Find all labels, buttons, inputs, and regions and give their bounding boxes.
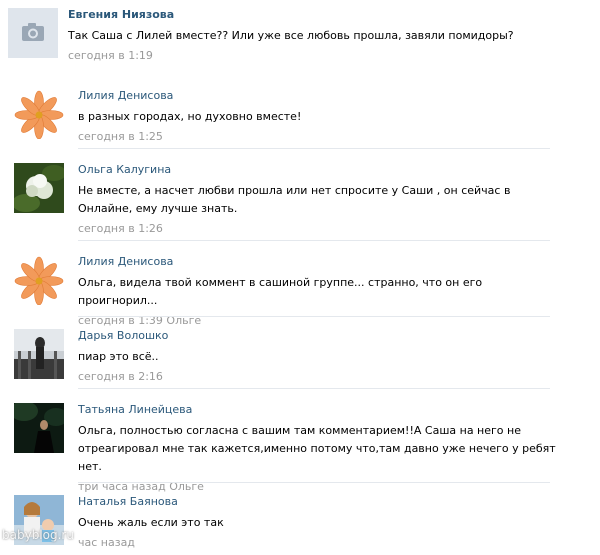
comment-meta: сегодня в 2:16 xyxy=(78,370,560,384)
comment-text: Очень жаль если это так xyxy=(78,516,224,529)
divider xyxy=(78,482,550,483)
comment-text: в разных городах, но духовно вместе! xyxy=(78,110,302,123)
comment-time[interactable]: сегодня в 1:25 xyxy=(78,130,163,143)
avatar[interactable] xyxy=(14,403,64,453)
comment-meta: сегодня в 1:25 xyxy=(78,130,560,144)
comment-author[interactable]: Ольга Калугина xyxy=(78,163,560,177)
comment-time[interactable]: час назад xyxy=(78,536,135,549)
photo-avatar xyxy=(14,403,64,453)
comment-time[interactable]: сегодня в 2:16 xyxy=(78,370,163,383)
comment-meta: сегодня в 1:19 xyxy=(68,49,560,63)
comment-time[interactable]: сегодня в 1:26 xyxy=(78,222,163,235)
comment-author[interactable]: Дарья Волошко xyxy=(78,329,560,343)
avatar[interactable] xyxy=(8,8,58,58)
comment-author[interactable]: Евгения Ниязова xyxy=(68,8,560,22)
comment-author[interactable]: Татьяна Линейцева xyxy=(78,403,560,417)
comment-text: Ольга, видела твой коммент в сашиной гру… xyxy=(78,276,483,307)
comment-meta: сегодня в 1:26 xyxy=(78,222,560,236)
divider xyxy=(78,240,550,241)
comment-text: Ольга, полностью согласна с вашим там ко… xyxy=(78,424,556,473)
comment-time[interactable]: сегодня в 1:19 xyxy=(68,49,153,62)
comment-meta: час назад xyxy=(78,536,560,550)
watermark: babyblog.ru xyxy=(2,528,74,542)
orange-flower-avatar xyxy=(14,89,64,139)
orange-flower-avatar xyxy=(14,255,64,305)
comment-author[interactable]: Наталья Баянова xyxy=(78,495,560,509)
comment-text: Не вместе, а насчет любви прошла или нет… xyxy=(78,184,511,215)
divider xyxy=(78,148,550,149)
avatar[interactable] xyxy=(14,89,64,139)
avatar[interactable] xyxy=(14,163,64,213)
divider xyxy=(78,388,550,389)
avatar[interactable] xyxy=(14,329,64,379)
comment-text: Так Саша с Лилей вместе?? Или уже все лю… xyxy=(68,29,514,42)
divider xyxy=(78,316,550,317)
camera-placeholder-icon xyxy=(8,8,58,58)
avatar[interactable] xyxy=(14,255,64,305)
photo-avatar xyxy=(14,329,64,379)
comment-text: пиар это всё.. xyxy=(78,350,159,363)
comment-author[interactable]: Лилия Денисова xyxy=(78,89,560,103)
white-flower-avatar xyxy=(14,163,64,213)
comment-author[interactable]: Лилия Денисова xyxy=(78,255,560,269)
